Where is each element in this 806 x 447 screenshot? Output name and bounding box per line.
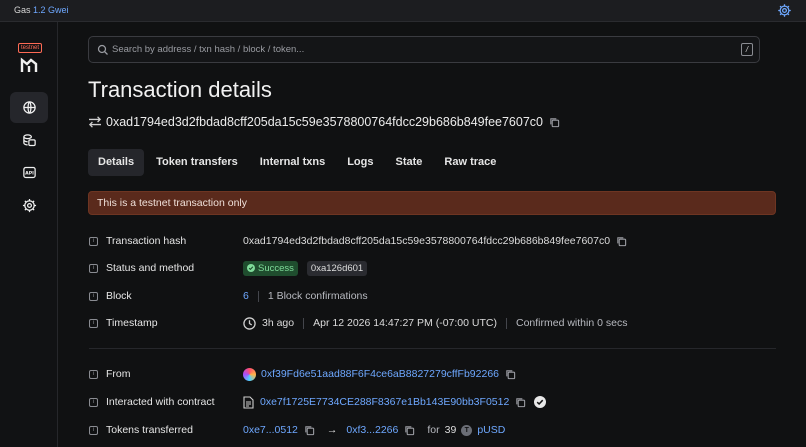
section-divider bbox=[89, 348, 776, 349]
copy-icon[interactable] bbox=[505, 369, 516, 380]
testnet-badge: testnet bbox=[18, 43, 43, 53]
logo-icon[interactable] bbox=[19, 55, 39, 73]
page-title: Transaction details bbox=[88, 77, 272, 102]
copy-icon[interactable] bbox=[304, 425, 315, 436]
token-amount: 39 bbox=[444, 424, 457, 436]
detail-label: Timestamp bbox=[106, 317, 158, 329]
search-bar: / bbox=[88, 36, 760, 63]
block-confirmations: 1 Block confirmations bbox=[267, 290, 368, 302]
method-badge: 0xa126d601 bbox=[306, 260, 368, 276]
testnet-alert: This is a testnet transaction only bbox=[88, 191, 776, 215]
detail-row-from: i From 0xf39Fd6e51aad88F6F4ce6aB8827279c… bbox=[89, 364, 779, 384]
token-icon: T bbox=[461, 424, 473, 436]
detail-row-tokens: i Tokens transferred 0xe7...0512 → 0xf3.… bbox=[89, 420, 779, 440]
detail-label: Tokens transferred bbox=[106, 424, 193, 436]
detail-row-tx-hash: i Transaction hash 0xad1794ed3d2fbdad8cf… bbox=[89, 231, 779, 251]
sidebar-item-settings[interactable] bbox=[10, 190, 48, 221]
verified-check-icon bbox=[534, 396, 547, 408]
detail-row-timestamp: i Timestamp 3h ago Apr 12 2026 14:47:27 … bbox=[89, 313, 779, 333]
transaction-hash-header: 0xad1794ed3d2fbdad8cff205da15c59e3578800… bbox=[88, 115, 560, 129]
block-number-link[interactable]: 6 bbox=[243, 290, 249, 302]
token-symbol-link[interactable]: pUSD bbox=[477, 424, 505, 436]
tab-token-transfers[interactable]: Token transfers bbox=[146, 149, 248, 176]
settings-gear-icon[interactable] bbox=[777, 3, 792, 18]
clock-icon bbox=[243, 316, 256, 330]
tab-internal-txns[interactable]: Internal txns bbox=[250, 149, 335, 176]
main-content: / Transaction details 0xad1794ed3d2fbdad… bbox=[59, 22, 806, 447]
gear-icon bbox=[22, 198, 36, 213]
status-badge: Success bbox=[243, 260, 298, 276]
timestamp-date: Apr 12 2026 14:47:27 PM (-07:00 UTC) bbox=[313, 317, 497, 329]
detail-label: From bbox=[106, 368, 131, 380]
sidebar-item-network[interactable] bbox=[10, 92, 48, 123]
detail-row-block: i Block 6 1 Block confirmations bbox=[89, 286, 779, 306]
sidebar-item-api[interactable]: API bbox=[10, 157, 48, 188]
sidebar: testnet API bbox=[0, 22, 58, 447]
search-shortcut-key: / bbox=[741, 43, 753, 56]
info-icon[interactable]: i bbox=[89, 397, 98, 407]
api-icon: API bbox=[22, 166, 36, 179]
info-icon[interactable]: i bbox=[89, 425, 98, 435]
search-icon bbox=[97, 44, 108, 55]
search-input[interactable] bbox=[112, 37, 712, 62]
confirmation-time: Confirmed within 0 secs bbox=[515, 317, 628, 329]
arrow-right-icon: → bbox=[326, 424, 338, 436]
header-hash: 0xad1794ed3d2fbdad8cff205da15c59e3578800… bbox=[106, 115, 543, 129]
token-to-link[interactable]: 0xf3...2266 bbox=[346, 424, 398, 436]
info-icon[interactable]: i bbox=[89, 369, 98, 379]
detail-label: Interacted with contract bbox=[106, 396, 215, 408]
gas-price: Gas 1.2 Gwei bbox=[14, 5, 69, 15]
tx-hash-value: 0xad1794ed3d2fbdad8cff205da15c59e3578800… bbox=[243, 235, 611, 247]
timestamp-ago: 3h ago bbox=[262, 317, 295, 329]
tab-bar: Details Token transfers Internal txns Lo… bbox=[88, 149, 508, 176]
coins-icon bbox=[22, 134, 36, 147]
gas-value[interactable]: 1.2 Gwei bbox=[33, 5, 69, 15]
detail-row-contract: i Interacted with contract 0xe7f1725E773… bbox=[89, 392, 779, 412]
globe-icon bbox=[22, 101, 36, 114]
detail-label: Block bbox=[106, 290, 132, 302]
svg-text:API: API bbox=[25, 171, 34, 177]
tab-logs[interactable]: Logs bbox=[337, 149, 383, 176]
from-address-link[interactable]: 0xf39Fd6e51aad88F6F4ce6aB8827279cffFb922… bbox=[261, 368, 499, 380]
detail-row-status: i Status and method Success 0xa126d601 bbox=[89, 258, 779, 278]
top-bar: Gas 1.2 Gwei bbox=[0, 0, 806, 22]
tab-state[interactable]: State bbox=[385, 149, 432, 176]
transfer-arrows-icon bbox=[88, 116, 102, 128]
info-icon[interactable]: i bbox=[89, 291, 98, 301]
tab-raw-trace[interactable]: Raw trace bbox=[434, 149, 506, 176]
token-from-link[interactable]: 0xe7...0512 bbox=[243, 424, 298, 436]
info-icon[interactable]: i bbox=[89, 318, 98, 328]
info-icon[interactable]: i bbox=[89, 263, 98, 273]
copy-icon[interactable] bbox=[515, 397, 526, 408]
check-circle-icon bbox=[247, 264, 255, 272]
copy-icon[interactable] bbox=[616, 236, 627, 247]
detail-label: Status and method bbox=[106, 262, 195, 274]
tab-details[interactable]: Details bbox=[88, 149, 145, 176]
copy-icon[interactable] bbox=[404, 425, 415, 436]
copy-icon[interactable] bbox=[549, 117, 560, 128]
contract-address-link[interactable]: 0xe7f1725E7734CE288F8367e1Bb143E90bb3F05… bbox=[260, 396, 509, 408]
detail-label: Transaction hash bbox=[106, 235, 187, 247]
divider bbox=[505, 317, 507, 329]
divider bbox=[303, 317, 305, 329]
divider bbox=[257, 290, 259, 302]
sidebar-item-tokens[interactable] bbox=[10, 125, 48, 156]
address-avatar bbox=[243, 367, 256, 381]
for-label: for bbox=[427, 424, 440, 436]
info-icon[interactable]: i bbox=[89, 236, 98, 246]
contract-file-icon bbox=[243, 395, 254, 409]
